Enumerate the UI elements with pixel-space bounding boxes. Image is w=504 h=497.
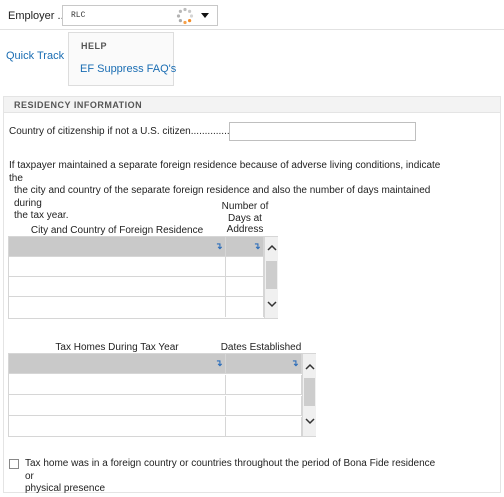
- table-row[interactable]: ↴ ↴: [9, 354, 302, 374]
- residence-days-cell[interactable]: [226, 297, 264, 317]
- section-header: RESIDENCY INFORMATION: [3, 96, 501, 113]
- date-established-cell[interactable]: [226, 375, 302, 394]
- chevron-up-icon[interactable]: [305, 362, 315, 372]
- date-established-cell[interactable]: ↴: [226, 354, 302, 373]
- scroll-thumb[interactable]: [304, 378, 315, 406]
- ef-suppress-faq-link[interactable]: EF Suppress FAQ's: [80, 63, 176, 75]
- bona-fide-checkbox[interactable]: [9, 459, 19, 469]
- chevron-up-icon[interactable]: [267, 243, 277, 253]
- tax-homes-header: Tax Homes During Tax Year: [55, 342, 179, 353]
- table-row[interactable]: [9, 396, 302, 416]
- residence-city-cell[interactable]: [9, 297, 226, 317]
- table-row[interactable]: [9, 297, 264, 317]
- bona-fide-line-2: physical presence: [25, 483, 106, 494]
- enter-icon: ↴: [253, 241, 261, 251]
- residence-days-cell[interactable]: [226, 277, 264, 296]
- days-header-line-1: Number of: [221, 201, 269, 212]
- citizenship-input[interactable]: [229, 122, 416, 141]
- foreign-residence-grid: ↴ ↴: [8, 236, 278, 319]
- chevron-down-icon[interactable]: [305, 416, 315, 426]
- table-row[interactable]: [9, 417, 302, 437]
- quick-track-link[interactable]: Quick Track: [6, 50, 64, 62]
- tax-home-cell[interactable]: [9, 417, 226, 437]
- instructions-line-1: If taxpayer maintained a separate foreig…: [9, 160, 441, 184]
- section-title: RESIDENCY INFORMATION: [14, 100, 143, 110]
- table-row[interactable]: [9, 375, 302, 395]
- employer-select[interactable]: RLC: [62, 5, 218, 26]
- enter-icon: ↴: [215, 358, 223, 368]
- date-established-cell[interactable]: [226, 396, 302, 415]
- top-bar: Employer ... RLC: [0, 0, 504, 30]
- bona-fide-label: Tax home was in a foreign country or cou…: [25, 458, 445, 496]
- enter-icon: ↴: [215, 241, 223, 251]
- residence-city-cell[interactable]: [9, 257, 226, 276]
- residence-scrollbar[interactable]: [264, 237, 278, 318]
- tax-home-cell[interactable]: [9, 375, 226, 394]
- chevron-down-icon[interactable]: [267, 299, 277, 309]
- scroll-thumb[interactable]: [266, 261, 277, 289]
- days-header-line-2: Days at: [228, 212, 262, 224]
- table-row[interactable]: [9, 277, 264, 297]
- tax-homes-grid: ↴ ↴: [8, 353, 316, 437]
- help-title: HELP: [81, 41, 108, 51]
- employer-value: RLC: [71, 11, 86, 20]
- tax-home-cell[interactable]: ↴: [9, 354, 226, 373]
- table-row[interactable]: ↴ ↴: [9, 237, 264, 257]
- spinner-icon: [176, 7, 194, 25]
- help-panel: HELP EF Suppress FAQ's: [68, 32, 176, 86]
- residence-days-cell[interactable]: ↴: [226, 237, 264, 256]
- citizenship-label: Country of citizenship if not a U.S. cit…: [9, 126, 238, 137]
- employer-label: Employer ...: [8, 10, 67, 22]
- residence-days-cell[interactable]: [226, 257, 264, 276]
- tax-homes-scrollbar[interactable]: [302, 354, 316, 436]
- residence-city-cell[interactable]: ↴: [9, 237, 226, 256]
- city-country-header: City and Country of Foreign Residence: [30, 225, 204, 236]
- date-established-cell[interactable]: [226, 417, 302, 437]
- dates-established-header: Dates Established: [220, 342, 302, 353]
- days-header-line-3: Address: [226, 224, 264, 235]
- bona-fide-line-1: Tax home was in a foreign country or cou…: [25, 458, 436, 482]
- enter-icon: ↴: [291, 358, 299, 368]
- table-row[interactable]: [9, 257, 264, 277]
- tax-home-cell[interactable]: [9, 396, 226, 415]
- chevron-down-icon[interactable]: [201, 13, 209, 18]
- residence-city-cell[interactable]: [9, 277, 226, 296]
- days-at-address-header: Number of Days at Address: [219, 201, 271, 236]
